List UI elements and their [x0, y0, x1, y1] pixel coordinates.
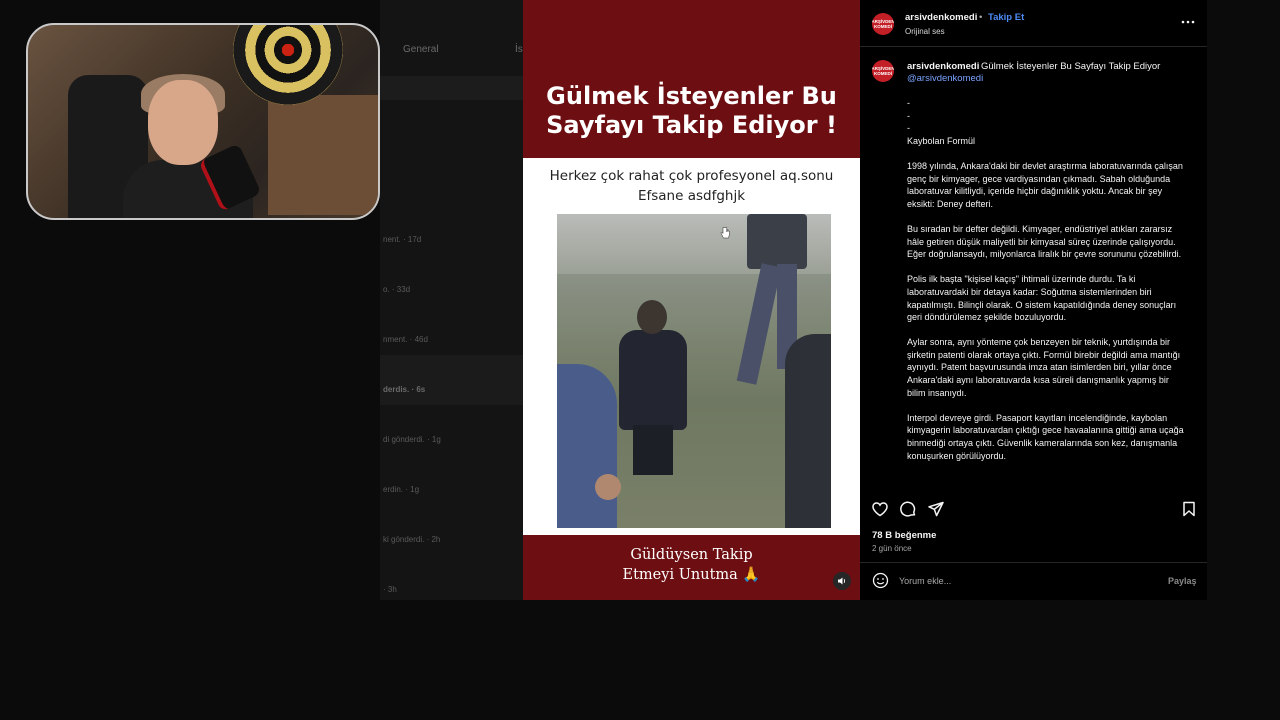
- avatar-logo-text: ARŞİVDEN KOMEDİ: [872, 19, 894, 29]
- video-adult-leg: [736, 263, 782, 385]
- post-title-line: Gülmek İsteyenler Bu: [546, 82, 837, 110]
- post-caption-line: Herkez çok rahat çok profesyonel aq.sonu: [549, 168, 834, 184]
- notification-item: o. · 33d: [383, 285, 411, 294]
- caption-title: Kaybolan Formül: [907, 135, 976, 146]
- notification-item: derdis. · 6s: [383, 385, 426, 394]
- comment-input[interactable]: Yorum ekle...: [899, 576, 951, 586]
- caption-headline: Gülmek İsteyenler Bu Sayfayı Takip Ediyo…: [981, 61, 1161, 72]
- more-options-icon[interactable]: [1180, 16, 1196, 28]
- video-frame[interactable]: [557, 214, 831, 528]
- caption-paragraph: Aylar sonra, aynı yönteme çok benzeyen b…: [907, 337, 1181, 398]
- heart-icon[interactable]: [871, 500, 889, 518]
- avatar[interactable]: ARŞİVDEN KOMEDİ: [872, 60, 894, 82]
- caption-paragraph: Polis ilk başta "kişisel kaçış" ihtimali…: [907, 274, 1177, 323]
- bookmark-icon[interactable]: [1180, 500, 1198, 518]
- emoji-icon[interactable]: [872, 572, 889, 589]
- likes-count[interactable]: 78 B beğenme: [872, 530, 936, 541]
- post-title-line: Sayfayı Takip Ediyor !: [546, 111, 837, 139]
- video-hand: [595, 474, 621, 500]
- post-cta-line: Etmeyi Unutma 🙏: [622, 567, 761, 583]
- caption-username[interactable]: arsivdenkomedi: [907, 61, 979, 72]
- post-caption: Herkez çok rahat çok profesyonel aq.sonu…: [523, 166, 860, 206]
- notification-item: nment. · 46d: [383, 335, 428, 344]
- header-separator: •: [979, 12, 983, 23]
- webcam-overlay: [26, 23, 380, 220]
- post-caption-line: Efsane asdfghjk: [637, 188, 746, 204]
- video-child-figure: [619, 300, 687, 475]
- webcam-shelf: [268, 95, 378, 215]
- caption-area[interactable]: ARŞİVDEN KOMEDİ arsivdenkomedi Gülmek İs…: [860, 47, 1207, 494]
- post-cta: Güldüysen Takip Etmeyi Unutma 🙏: [523, 545, 860, 585]
- webcam-person: [123, 74, 262, 218]
- caption-dash: -: [907, 98, 910, 108]
- caption-paragraph: 1998 yılında, Ankara'daki bir devlet ara…: [907, 160, 1183, 209]
- notification-item: ki gönderdi. · 2h: [383, 535, 441, 544]
- notification-item: erdin. · 1g: [383, 485, 420, 494]
- video-right-figure: [785, 334, 831, 528]
- caption-mention-link[interactable]: @arsivdenkomedi: [907, 73, 983, 84]
- share-button[interactable]: Paylaş: [1168, 576, 1197, 586]
- video-child-head: [637, 300, 667, 334]
- tab-other: İs: [515, 44, 523, 55]
- avatar-logo-text: ARŞİVDEN KOMEDİ: [872, 66, 894, 76]
- follow-button[interactable]: Takip Et: [988, 12, 1024, 23]
- speaker-icon: [838, 577, 846, 585]
- post-title: Gülmek İsteyenler Bu Sayfayı Takip Ediyo…: [523, 82, 860, 140]
- hand-cursor-icon: [720, 226, 730, 239]
- tab-general: General: [403, 44, 439, 55]
- audio-label[interactable]: Orijinal ses: [905, 27, 945, 36]
- post-time: 2 gün önce: [872, 544, 912, 553]
- avatar[interactable]: ARŞİVDEN KOMEDİ: [872, 13, 894, 35]
- notification-item: nent. · 17d: [383, 235, 422, 244]
- post-media[interactable]: Gülmek İsteyenler Bu Sayfayı Takip Ediyo…: [523, 0, 860, 600]
- notification-item: di gönderdi. · 1g: [383, 435, 441, 444]
- notification-item: · 3h: [383, 585, 397, 594]
- video-child-legs: [633, 425, 673, 475]
- video-left-figure: [557, 364, 617, 528]
- post-cta-line: Güldüysen Takip: [630, 547, 753, 563]
- caption-dash: -: [907, 110, 910, 121]
- caption-dash: -: [907, 123, 910, 134]
- header-username[interactable]: arsivdenkomedi: [905, 12, 977, 23]
- video-child-body: [619, 330, 687, 430]
- background-bar: [380, 76, 524, 100]
- background-highlight: [380, 355, 524, 405]
- caption-paragraph: Bu sıradan bir defter değildi. Kimyager,…: [907, 223, 1182, 260]
- caption-body: - - - Kaybolan Formül 1998 yılında, Anka…: [907, 97, 1189, 475]
- mute-button[interactable]: [833, 572, 851, 590]
- caption-paragraph: Interpol devreye girdi. Pasaport kayıtla…: [907, 412, 1184, 461]
- comment-divider: [860, 562, 1207, 563]
- webcam-person-head: [148, 80, 218, 165]
- video-adult-torso: [747, 214, 807, 269]
- send-icon[interactable]: [927, 500, 945, 518]
- comment-icon[interactable]: [899, 500, 917, 518]
